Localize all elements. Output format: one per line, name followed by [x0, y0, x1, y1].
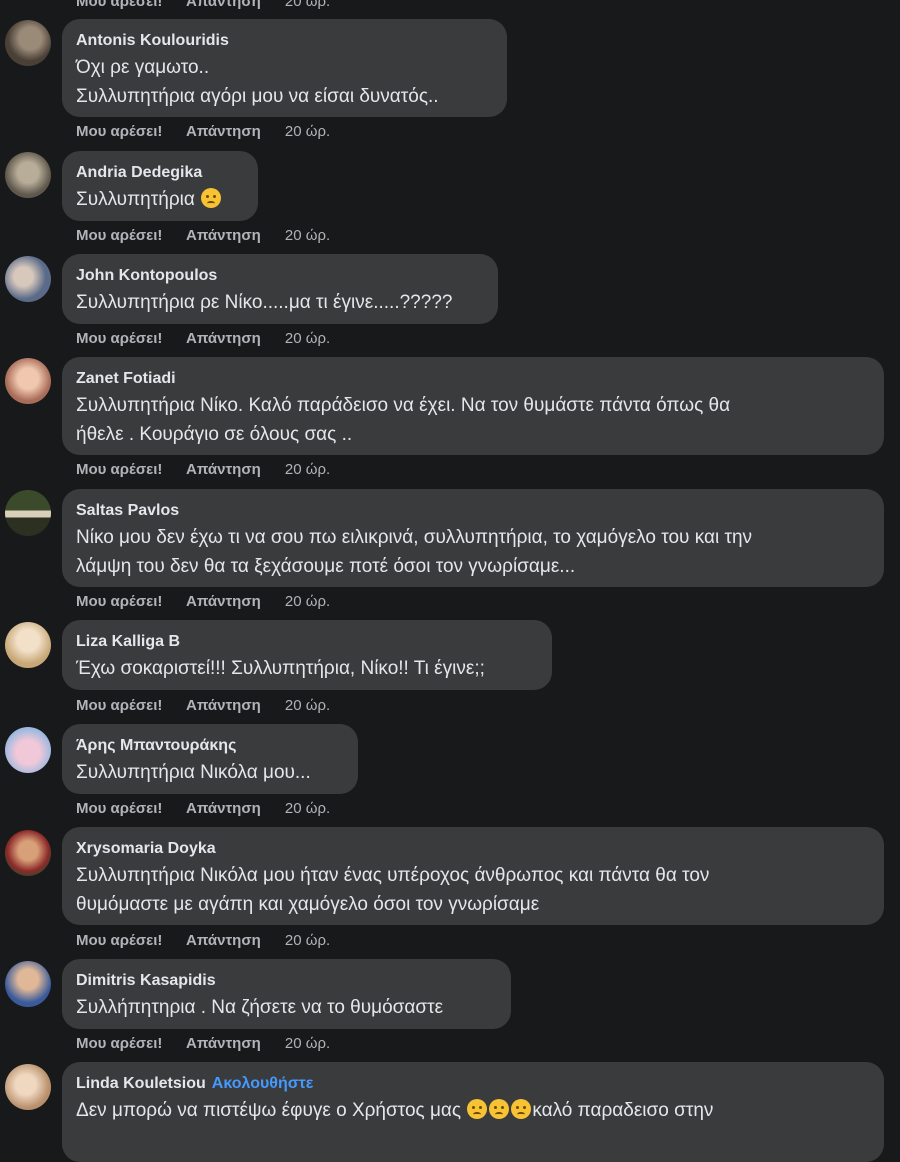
reply-link[interactable]: Απάντηση — [186, 1035, 261, 1052]
comment-actions: Μου αρέσει! Απάντηση 20 ώρ. — [76, 592, 350, 612]
like-link[interactable]: Μου αρέσει! — [76, 461, 162, 478]
sad-face-emoji — [489, 1099, 510, 1119]
avatar[interactable] — [5, 622, 51, 668]
comment-text: Νίκο μου δεν έχω τι να σου πω ειλικρινά,… — [76, 527, 753, 577]
timestamp[interactable]: 20 ώρ. — [285, 800, 330, 817]
comment-text: Συλλυπητήρια Νικόλα μου... — [76, 762, 311, 783]
timestamp[interactable]: 20 ώρ. — [285, 123, 330, 140]
avatar[interactable] — [5, 727, 51, 773]
avatar[interactable] — [5, 830, 51, 876]
comment-author-line: Linda Kouletsiou Ακολουθήστε — [76, 1074, 868, 1094]
timestamp[interactable]: 20 ώρ. — [285, 461, 330, 478]
comment-author[interactable]: Linda Kouletsiou — [76, 1075, 206, 1092]
comment-author[interactable]: Xrysomaria Doyka — [76, 839, 868, 859]
sad-face-emoji — [201, 188, 222, 208]
avatar[interactable] — [5, 358, 51, 404]
comment-text: Συλλυπητήρια Νικόλα μου ήταν ένας υπέροχ… — [76, 865, 710, 915]
like-link[interactable]: Μου αρέσει! — [76, 330, 162, 347]
comment-bubble: Xrysomaria Doyka Συλλυπητήρια Νικόλα μου… — [62, 827, 884, 925]
comments-feed: Μου αρέσει! Απάντηση 20 ώρ. Antonis Koul… — [0, 0, 900, 1162]
like-link[interactable]: Μου αρέσει! — [76, 593, 162, 610]
comment-bubble: Antonis Koulouridis Όχι ρε γαμωτο.. Συλλ… — [62, 19, 507, 117]
timestamp[interactable]: 20 ώρ. — [285, 932, 330, 949]
timestamp[interactable]: 20 ώρ. — [285, 227, 330, 244]
comment-author[interactable]: Liza Kalliga B — [76, 632, 536, 652]
avatar[interactable] — [5, 1064, 51, 1110]
avatar[interactable] — [5, 961, 51, 1007]
timestamp[interactable]: 20 ώρ. — [285, 330, 330, 347]
comment-text: Συλλυπητήρια Νίκο. Καλό παράδεισο να έχε… — [76, 395, 731, 445]
comment-author[interactable]: Dimitris Kasapidis — [76, 971, 495, 991]
sad-face-emoji — [511, 1099, 532, 1119]
timestamp[interactable]: 20 ώρ. — [285, 1035, 330, 1052]
comment-text: Όχι ρε γαμωτο.. Συλλυπητήρια αγόρι μου ν… — [76, 57, 439, 107]
comment-bubble: John Kontopoulos Συλλυπητήρια ρε Νίκο...… — [62, 254, 498, 324]
comment-text: Συλλυπητήρια ρε Νίκο.....μα τι έγινε....… — [76, 292, 453, 313]
like-link[interactable]: Μου αρέσει! — [76, 0, 162, 10]
comment-actions: Μου αρέσει! Απάντηση 20 ώρ. — [76, 931, 350, 951]
comment-text: Δεν μπορώ να πιστέψω έφυγε ο Χρήστος μας… — [76, 1099, 714, 1121]
reply-link[interactable]: Απάντηση — [186, 932, 261, 949]
like-link[interactable]: Μου αρέσει! — [76, 1035, 162, 1052]
comment-actions: Μου αρέσει! Απάντηση 20 ώρ. — [76, 696, 350, 716]
like-link[interactable]: Μου αρέσει! — [76, 800, 162, 817]
comment-bubble: Άρης Μπαντουράκης Συλλυπητήρια Νικόλα μο… — [62, 724, 358, 794]
timestamp[interactable]: 20 ώρ. — [285, 697, 330, 714]
comment-author[interactable]: John Kontopoulos — [76, 266, 482, 286]
comment-bubble: Saltas Pavlos Νίκο μου δεν έχω τι να σου… — [62, 489, 884, 587]
avatar[interactable] — [5, 490, 51, 536]
comment-author[interactable]: Άρης Μπαντουράκης — [76, 736, 342, 756]
reply-link[interactable]: Απάντηση — [186, 697, 261, 714]
comment-actions: Μου αρέσει! Απάντηση 20 ώρ. — [76, 460, 350, 480]
comment-text: Συλλήπητηρια . Να ζήσετε να το θυμόσαστε — [76, 997, 444, 1018]
timestamp[interactable]: 20 ώρ. — [285, 0, 330, 10]
avatar[interactable] — [5, 20, 51, 66]
reply-link[interactable]: Απάντηση — [186, 227, 261, 244]
comment-actions: Μου αρέσει! Απάντηση 20 ώρ. — [76, 226, 350, 246]
comment-bubble: Linda Kouletsiou Ακολουθήστε Δεν μπορώ να… — [62, 1062, 884, 1162]
comment-text: Συλλυπητήρια — [76, 185, 242, 214]
comment-actions: Μου αρέσει! Απάντηση 20 ώρ. — [76, 1034, 350, 1054]
comment-author[interactable]: Zanet Fotiadi — [76, 369, 868, 389]
reply-link[interactable]: Απάντηση — [186, 330, 261, 347]
reply-link[interactable]: Απάντηση — [186, 800, 261, 817]
comment-actions-previous: Μου αρέσει! Απάντηση 20 ώρ. — [76, 0, 350, 12]
comment-bubble: Andria Dedegika Συλλυπητήρια — [62, 151, 258, 221]
avatar[interactable] — [5, 256, 51, 302]
timestamp[interactable]: 20 ώρ. — [285, 593, 330, 610]
sad-face-emoji — [467, 1099, 488, 1119]
comment-text: Έχω σοκαριστεί!!! Συλλυπητήρια, Νίκο!! Τ… — [76, 658, 485, 679]
comment-actions: Μου αρέσει! Απάντηση 20 ώρ. — [76, 329, 350, 349]
like-link[interactable]: Μου αρέσει! — [76, 227, 162, 244]
reply-link[interactable]: Απάντηση — [186, 0, 261, 10]
comment-actions: Μου αρέσει! Απάντηση 20 ώρ. — [76, 122, 350, 142]
like-link[interactable]: Μου αρέσει! — [76, 932, 162, 949]
comment-author[interactable]: Saltas Pavlos — [76, 501, 868, 521]
reply-link[interactable]: Απάντηση — [186, 461, 261, 478]
reply-link[interactable]: Απάντηση — [186, 123, 261, 140]
like-link[interactable]: Μου αρέσει! — [76, 123, 162, 140]
comment-author[interactable]: Andria Dedegika — [76, 163, 242, 183]
comment-actions: Μου αρέσει! Απάντηση 20 ώρ. — [76, 799, 350, 819]
follow-link[interactable]: Ακολουθήστε — [212, 1075, 314, 1092]
comment-author[interactable]: Antonis Koulouridis — [76, 31, 491, 51]
comment-bubble: Dimitris Kasapidis Συλλήπητηρια . Να ζήσ… — [62, 959, 511, 1029]
avatar[interactable] — [5, 152, 51, 198]
comment-bubble: Liza Kalliga B Έχω σοκαριστεί!!! Συλλυπη… — [62, 620, 552, 690]
reply-link[interactable]: Απάντηση — [186, 593, 261, 610]
comment-bubble: Zanet Fotiadi Συλλυπητήρια Νίκο. Καλό πα… — [62, 357, 884, 455]
like-link[interactable]: Μου αρέσει! — [76, 697, 162, 714]
